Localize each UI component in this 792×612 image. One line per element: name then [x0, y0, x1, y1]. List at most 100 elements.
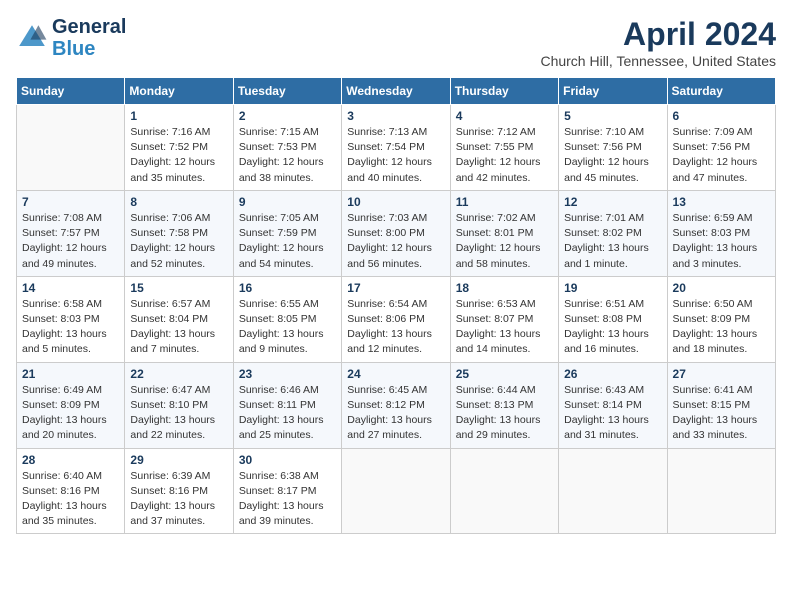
day-header-friday: Friday	[559, 78, 667, 105]
calendar-cell: 1 Sunrise: 7:16 AM Sunset: 7:52 PM Daylig…	[125, 105, 233, 191]
calendar-week-5: 28Sunrise: 6:40 AM Sunset: 8:16 PM Dayli…	[17, 448, 776, 534]
day-number: 27	[673, 367, 770, 381]
logo: General Blue	[16, 16, 126, 60]
day-number: 5	[564, 109, 661, 123]
calendar-cell: 17 Sunrise: 6:54 AM Sunset: 8:06 PM Dayli…	[342, 276, 450, 362]
day-number: 1	[130, 109, 227, 123]
calendar-header-row: SundayMondayTuesdayWednesdayThursdayFrid…	[17, 78, 776, 105]
calendar-week-3: 14Sunrise: 6:58 AM Sunset: 8:03 PM Dayli…	[17, 276, 776, 362]
day-number: 12	[564, 195, 661, 209]
month-title: April 2024	[540, 16, 776, 53]
day-info: Sunrise: 6:50 AM Sunset: 8:09 PM Dayligh…	[673, 297, 770, 358]
day-info: Sunrise: 6:44 AM Sunset: 8:13 PM Dayligh…	[456, 383, 553, 444]
calendar-week-2: 7Sunrise: 7:08 AM Sunset: 7:57 PM Daylig…	[17, 190, 776, 276]
day-info: Sunrise: 6:54 AM Sunset: 8:06 PM Dayligh…	[347, 297, 444, 358]
calendar-cell: 23 Sunrise: 6:46 AM Sunset: 8:11 PM Dayli…	[233, 362, 341, 448]
day-info: Sunrise: 7:10 AM Sunset: 7:56 PM Dayligh…	[564, 125, 661, 186]
calendar-cell	[342, 448, 450, 534]
day-header-monday: Monday	[125, 78, 233, 105]
day-info: Sunrise: 7:05 AM Sunset: 7:59 PM Dayligh…	[239, 211, 336, 272]
day-info: Sunrise: 6:45 AM Sunset: 8:12 PM Dayligh…	[347, 383, 444, 444]
day-number: 20	[673, 281, 770, 295]
day-header-wednesday: Wednesday	[342, 78, 450, 105]
day-number: 23	[239, 367, 336, 381]
day-number: 21	[22, 367, 119, 381]
day-info: Sunrise: 7:01 AM Sunset: 8:02 PM Dayligh…	[564, 211, 661, 272]
day-number: 8	[130, 195, 227, 209]
day-number: 30	[239, 453, 336, 467]
calendar-cell	[450, 448, 558, 534]
calendar-cell	[667, 448, 775, 534]
logo-icon	[16, 22, 48, 54]
calendar-cell: 8Sunrise: 7:06 AM Sunset: 7:58 PM Daylig…	[125, 190, 233, 276]
calendar-cell: 19 Sunrise: 6:51 AM Sunset: 8:08 PM Dayli…	[559, 276, 667, 362]
calendar-cell: 28Sunrise: 6:40 AM Sunset: 8:16 PM Dayli…	[17, 448, 125, 534]
day-info: Sunrise: 6:38 AM Sunset: 8:17 PM Dayligh…	[239, 469, 336, 530]
logo-text: General Blue	[52, 16, 126, 60]
day-info: Sunrise: 7:08 AM Sunset: 7:57 PM Dayligh…	[22, 211, 119, 272]
day-number: 4	[456, 109, 553, 123]
calendar-cell: 5 Sunrise: 7:10 AM Sunset: 7:56 PM Daylig…	[559, 105, 667, 191]
day-info: Sunrise: 6:41 AM Sunset: 8:15 PM Dayligh…	[673, 383, 770, 444]
day-info: Sunrise: 7:02 AM Sunset: 8:01 PM Dayligh…	[456, 211, 553, 272]
day-number: 15	[130, 281, 227, 295]
logo-line2: Blue	[52, 38, 95, 60]
calendar-cell: 27 Sunrise: 6:41 AM Sunset: 8:15 PM Dayli…	[667, 362, 775, 448]
day-info: Sunrise: 6:47 AM Sunset: 8:10 PM Dayligh…	[130, 383, 227, 444]
page-header: General Blue April 2024 Church Hill, Ten…	[16, 16, 776, 69]
day-number: 19	[564, 281, 661, 295]
calendar-cell: 25 Sunrise: 6:44 AM Sunset: 8:13 PM Dayli…	[450, 362, 558, 448]
day-info: Sunrise: 6:49 AM Sunset: 8:09 PM Dayligh…	[22, 383, 119, 444]
day-number: 10	[347, 195, 444, 209]
day-info: Sunrise: 6:46 AM Sunset: 8:11 PM Dayligh…	[239, 383, 336, 444]
day-number: 14	[22, 281, 119, 295]
calendar-cell: 20 Sunrise: 6:50 AM Sunset: 8:09 PM Dayli…	[667, 276, 775, 362]
calendar-cell: 13 Sunrise: 6:59 AM Sunset: 8:03 PM Dayli…	[667, 190, 775, 276]
day-info: Sunrise: 6:40 AM Sunset: 8:16 PM Dayligh…	[22, 469, 119, 530]
title-area: April 2024 Church Hill, Tennessee, Unite…	[540, 16, 776, 69]
day-number: 6	[673, 109, 770, 123]
day-number: 24	[347, 367, 444, 381]
calendar-cell: 7Sunrise: 7:08 AM Sunset: 7:57 PM Daylig…	[17, 190, 125, 276]
calendar-cell: 30 Sunrise: 6:38 AM Sunset: 8:17 PM Dayli…	[233, 448, 341, 534]
calendar-cell: 29Sunrise: 6:39 AM Sunset: 8:16 PM Dayli…	[125, 448, 233, 534]
calendar-cell	[17, 105, 125, 191]
day-number: 9	[239, 195, 336, 209]
day-info: Sunrise: 7:16 AM Sunset: 7:52 PM Dayligh…	[130, 125, 227, 186]
day-info: Sunrise: 7:09 AM Sunset: 7:56 PM Dayligh…	[673, 125, 770, 186]
calendar-cell	[559, 448, 667, 534]
day-info: Sunrise: 6:55 AM Sunset: 8:05 PM Dayligh…	[239, 297, 336, 358]
calendar-cell: 11Sunrise: 7:02 AM Sunset: 8:01 PM Dayli…	[450, 190, 558, 276]
day-number: 2	[239, 109, 336, 123]
calendar-cell: 10 Sunrise: 7:03 AM Sunset: 8:00 PM Dayli…	[342, 190, 450, 276]
day-info: Sunrise: 6:51 AM Sunset: 8:08 PM Dayligh…	[564, 297, 661, 358]
calendar-cell: 6 Sunrise: 7:09 AM Sunset: 7:56 PM Daylig…	[667, 105, 775, 191]
calendar-cell: 12 Sunrise: 7:01 AM Sunset: 8:02 PM Dayli…	[559, 190, 667, 276]
calendar-cell: 18Sunrise: 6:53 AM Sunset: 8:07 PM Dayli…	[450, 276, 558, 362]
day-number: 26	[564, 367, 661, 381]
day-header-tuesday: Tuesday	[233, 78, 341, 105]
day-info: Sunrise: 6:43 AM Sunset: 8:14 PM Dayligh…	[564, 383, 661, 444]
calendar-cell: 14Sunrise: 6:58 AM Sunset: 8:03 PM Dayli…	[17, 276, 125, 362]
calendar-cell: 26 Sunrise: 6:43 AM Sunset: 8:14 PM Dayli…	[559, 362, 667, 448]
day-info: Sunrise: 7:13 AM Sunset: 7:54 PM Dayligh…	[347, 125, 444, 186]
day-number: 13	[673, 195, 770, 209]
calendar-cell: 21 Sunrise: 6:49 AM Sunset: 8:09 PM Dayli…	[17, 362, 125, 448]
day-info: Sunrise: 7:03 AM Sunset: 8:00 PM Dayligh…	[347, 211, 444, 272]
calendar-body: 1 Sunrise: 7:16 AM Sunset: 7:52 PM Daylig…	[17, 105, 776, 534]
day-info: Sunrise: 6:59 AM Sunset: 8:03 PM Dayligh…	[673, 211, 770, 272]
calendar-cell: 2Sunrise: 7:15 AM Sunset: 7:53 PM Daylig…	[233, 105, 341, 191]
day-number: 25	[456, 367, 553, 381]
calendar-cell: 16Sunrise: 6:55 AM Sunset: 8:05 PM Dayli…	[233, 276, 341, 362]
calendar: SundayMondayTuesdayWednesdayThursdayFrid…	[16, 77, 776, 534]
day-info: Sunrise: 6:53 AM Sunset: 8:07 PM Dayligh…	[456, 297, 553, 358]
calendar-week-4: 21 Sunrise: 6:49 AM Sunset: 8:09 PM Dayli…	[17, 362, 776, 448]
day-header-saturday: Saturday	[667, 78, 775, 105]
calendar-cell: 24 Sunrise: 6:45 AM Sunset: 8:12 PM Dayli…	[342, 362, 450, 448]
calendar-cell: 9 Sunrise: 7:05 AM Sunset: 7:59 PM Daylig…	[233, 190, 341, 276]
day-number: 29	[130, 453, 227, 467]
calendar-week-1: 1 Sunrise: 7:16 AM Sunset: 7:52 PM Daylig…	[17, 105, 776, 191]
calendar-cell: 3Sunrise: 7:13 AM Sunset: 7:54 PM Daylig…	[342, 105, 450, 191]
day-number: 17	[347, 281, 444, 295]
day-number: 22	[130, 367, 227, 381]
